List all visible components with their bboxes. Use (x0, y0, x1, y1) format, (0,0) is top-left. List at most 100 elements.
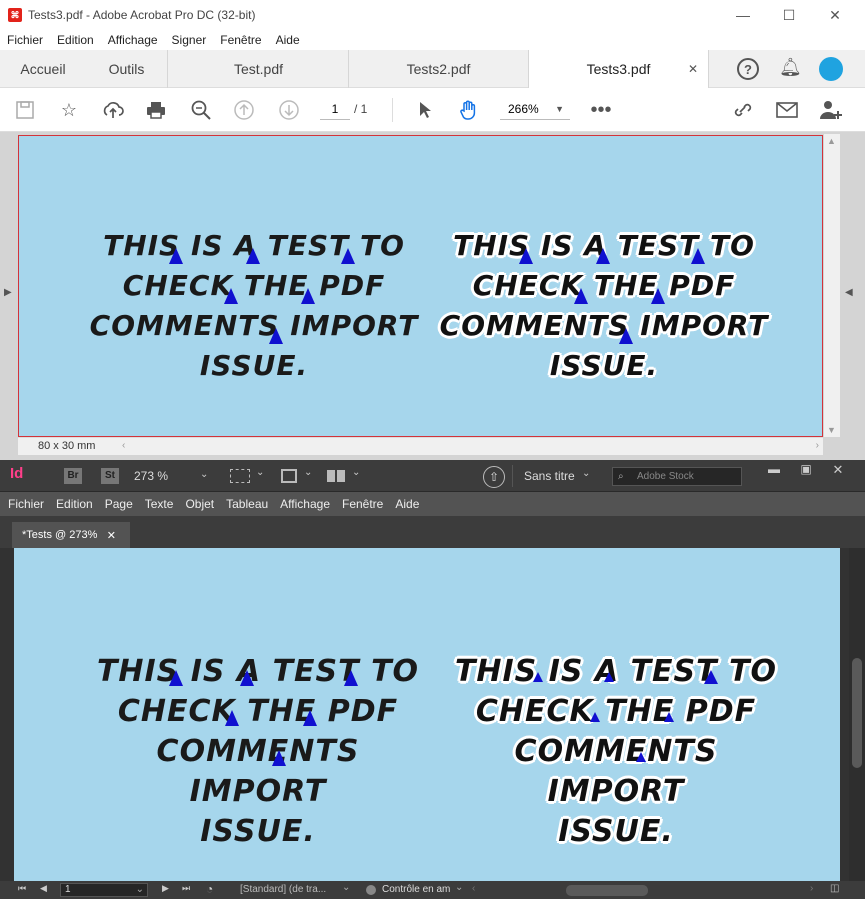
adobe-stock-search[interactable]: ⌕ Adobe Stock (612, 467, 742, 486)
comment-marker[interactable] (225, 710, 239, 726)
arrange-chevron-icon[interactable]: ⌄ (352, 467, 360, 478)
hand-tool-icon[interactable] (456, 98, 482, 122)
email-icon[interactable] (774, 98, 800, 122)
hscroll-left-icon[interactable]: ‹ (122, 440, 125, 451)
workspace-switcher[interactable]: Sans titre (524, 469, 575, 483)
workspace-chevron-icon[interactable]: ⌄ (582, 468, 590, 479)
tab-tests3-pdf[interactable]: Tests3.pdf ✕ (529, 50, 709, 88)
add-user-icon[interactable] (818, 98, 844, 122)
help-icon[interactable]: ? (737, 58, 759, 80)
comment-marker[interactable] (269, 328, 283, 344)
account-avatar[interactable] (819, 57, 843, 81)
tab-close-icon[interactable]: ✕ (688, 62, 698, 76)
comment-marker[interactable] (303, 710, 317, 726)
open-folder-icon[interactable]: ◔ (206, 882, 213, 896)
tab-outils[interactable]: Outils (86, 50, 168, 88)
hscroll-right-arrow-icon[interactable]: › (810, 883, 813, 894)
acrobat-vscrollbar[interactable]: ▲ ▼ (824, 134, 840, 437)
id-text-plain[interactable]: THIS IS A TEST TO CHECK THE PDF COMMENTS… (88, 652, 428, 852)
prev-page-icon[interactable]: ◀ (40, 883, 47, 894)
page-down-icon[interactable] (276, 98, 302, 122)
scroll-up-icon[interactable]: ▲ (827, 136, 836, 146)
menu-signer[interactable]: Signer (172, 33, 207, 47)
page-up-icon[interactable] (231, 98, 257, 122)
comment-marker[interactable] (224, 288, 238, 304)
comment-marker[interactable] (272, 750, 286, 766)
share-link-icon[interactable] (730, 98, 756, 122)
comment-marker[interactable] (590, 712, 600, 722)
tab-tests2-pdf[interactable]: Tests2.pdf (349, 50, 529, 88)
zoom-dropdown[interactable]: 266% ▼ (500, 98, 570, 120)
id-menu-aide[interactable]: Aide (395, 497, 419, 511)
id-menu-texte[interactable]: Texte (145, 497, 174, 511)
view-options-icon[interactable] (230, 469, 250, 483)
comment-marker[interactable] (169, 670, 183, 686)
id-menu-edition[interactable]: Edition (56, 497, 93, 511)
zoom-search-icon[interactable] (188, 98, 214, 122)
comment-marker[interactable] (704, 670, 718, 684)
hscroll-left-arrow-icon[interactable]: ‹ (472, 883, 475, 894)
comment-marker[interactable] (596, 248, 610, 264)
save-icon[interactable] (12, 98, 38, 122)
comment-marker[interactable] (344, 670, 358, 686)
comment-marker[interactable] (636, 752, 646, 762)
indesign-restore-icon[interactable]: ▣ (792, 462, 820, 480)
minimize-icon[interactable]: — (720, 0, 766, 30)
comment-marker[interactable] (604, 672, 614, 682)
star-icon[interactable]: ☆ (56, 98, 82, 122)
bell-icon[interactable]: 🔔︎ (779, 57, 802, 78)
comment-marker[interactable] (691, 248, 705, 264)
vscroll-thumb[interactable] (852, 658, 862, 768)
id-menu-fichier[interactable]: Fichier (8, 497, 44, 511)
publish-online-icon[interactable]: ⇧ (483, 466, 505, 488)
doc-tab-close-icon[interactable]: ✕ (107, 529, 116, 542)
menu-fenetre[interactable]: Fenêtre (220, 33, 261, 47)
stock-button[interactable]: St (101, 468, 119, 484)
id-text-outlined[interactable]: THIS IS A TEST TO CHECK THE PDF COMMENTS… (446, 652, 786, 852)
comment-marker[interactable] (301, 288, 315, 304)
comment-marker[interactable] (574, 288, 588, 304)
arrange-documents-icon[interactable] (327, 470, 345, 482)
comment-marker[interactable] (533, 672, 543, 682)
id-menu-objet[interactable]: Objet (185, 497, 214, 511)
left-panel-toggle-icon[interactable]: ▶ (4, 287, 12, 298)
comment-marker[interactable] (619, 328, 633, 344)
id-menu-fenetre[interactable]: Fenêtre (342, 497, 383, 511)
view-options-chevron-icon[interactable]: ⌄ (256, 467, 264, 478)
page-number-input[interactable]: 1 (320, 98, 350, 120)
menu-edition[interactable]: Edition (57, 33, 94, 47)
indesign-vscrollbar[interactable] (849, 548, 865, 881)
hscroll-right-icon[interactable]: › (816, 440, 819, 451)
indesign-doc-tab[interactable]: *Tests @ 273% ✕ (12, 522, 130, 548)
hscroll-thumb[interactable] (566, 885, 648, 896)
comment-marker[interactable] (664, 712, 674, 722)
print-icon[interactable] (143, 98, 169, 122)
screen-mode-chevron-icon[interactable]: ⌄ (304, 467, 312, 478)
tab-accueil[interactable]: Accueil (0, 50, 86, 88)
tab-test-pdf[interactable]: Test.pdf (169, 50, 349, 88)
comment-marker[interactable] (519, 248, 533, 264)
comment-marker[interactable] (246, 248, 260, 264)
screen-mode-icon[interactable] (281, 469, 297, 483)
menu-fichier[interactable]: Fichier (7, 33, 43, 47)
maximize-icon[interactable]: ☐ (766, 0, 812, 30)
comment-marker[interactable] (169, 248, 183, 264)
split-view-icon[interactable]: ◫ (830, 883, 839, 894)
first-page-icon[interactable]: ⏮ (18, 883, 26, 894)
page-selector[interactable]: 1 ⌄ (60, 883, 148, 897)
more-icon[interactable]: ••• (588, 98, 614, 122)
last-page-icon[interactable]: ⏭ (182, 883, 190, 894)
bridge-button[interactable]: Br (64, 468, 82, 484)
comment-marker[interactable] (651, 288, 665, 304)
next-page-icon[interactable]: ▶ (162, 883, 169, 894)
id-menu-affichage[interactable]: Affichage (280, 497, 330, 511)
right-panel-toggle-icon[interactable]: ◀ (845, 287, 853, 298)
select-arrow-icon[interactable] (412, 98, 438, 122)
menu-affichage[interactable]: Affichage (108, 33, 158, 47)
preflight-chevron-icon[interactable]: ⌄ (455, 882, 463, 893)
id-menu-page[interactable]: Page (105, 497, 133, 511)
indesign-close-icon[interactable]: ✕ (824, 462, 852, 480)
zoom-chevron-icon[interactable]: ⌄ (200, 469, 208, 480)
close-icon[interactable]: ✕ (812, 0, 858, 30)
comment-marker[interactable] (240, 670, 254, 686)
